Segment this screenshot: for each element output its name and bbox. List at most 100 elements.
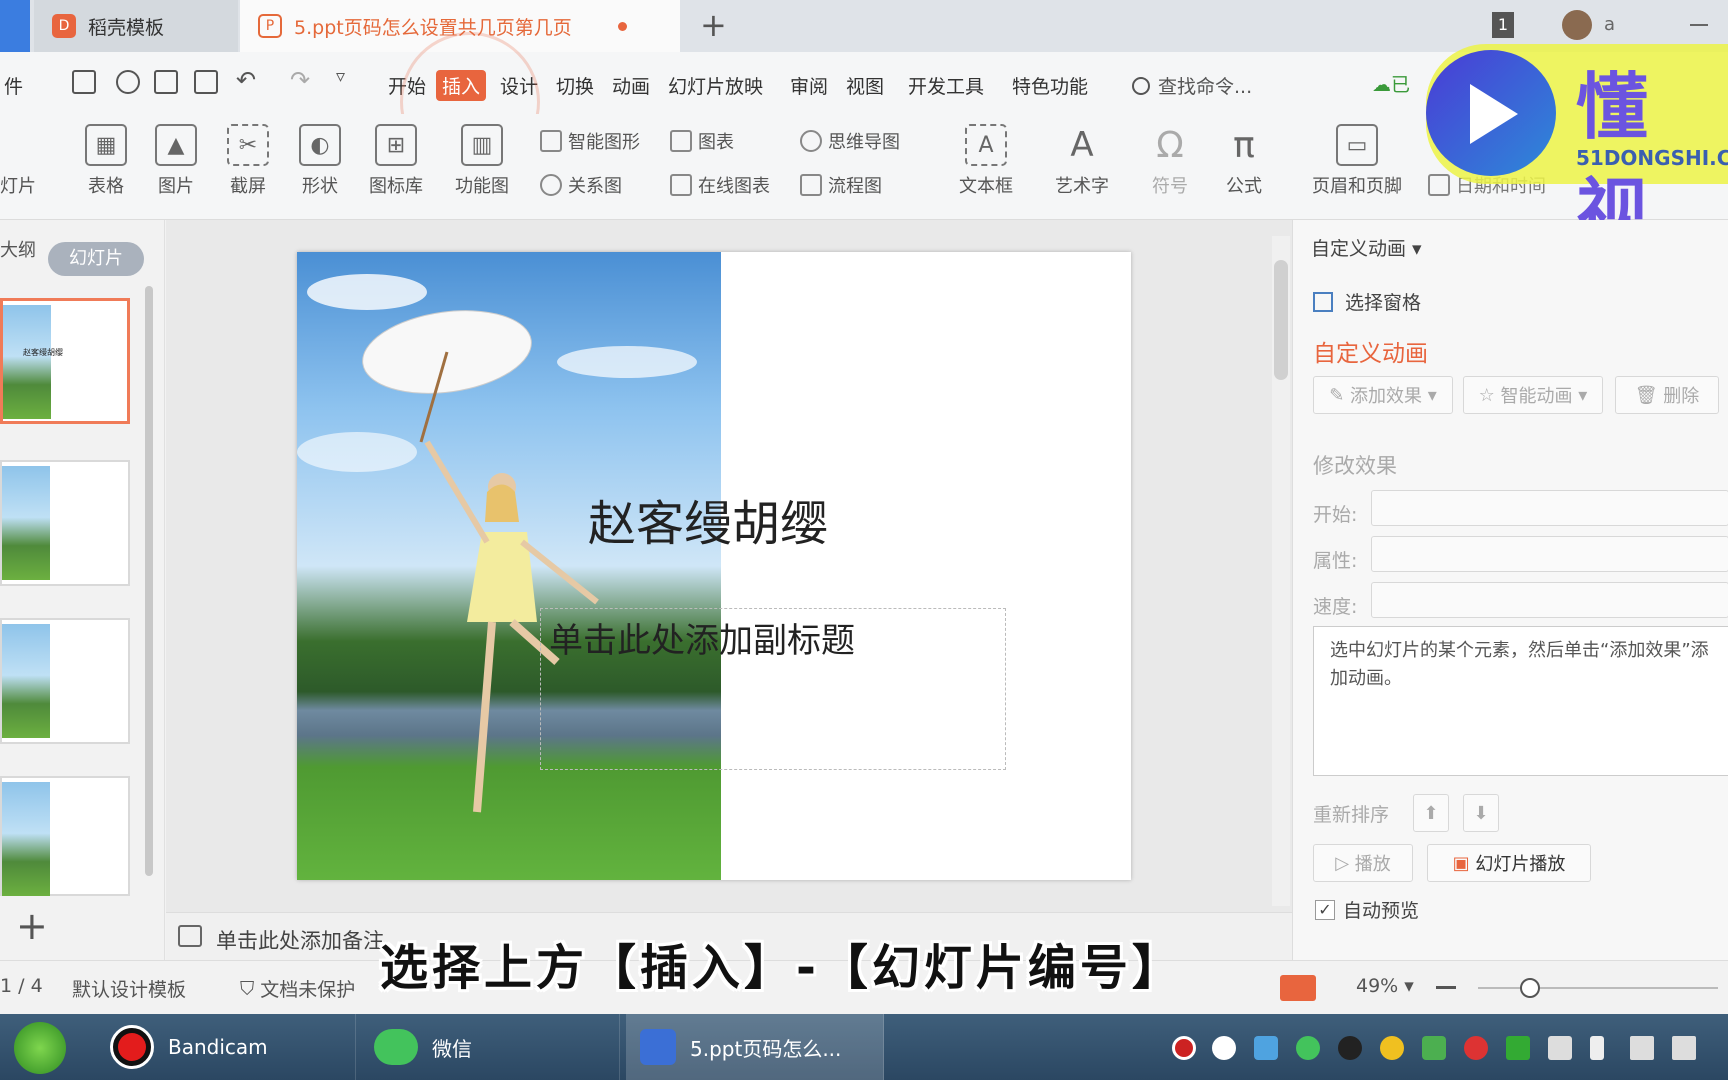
zoom-slider[interactable] — [1478, 978, 1718, 998]
box-tray-icon[interactable] — [1254, 1036, 1278, 1060]
calendar-icon — [1428, 174, 1450, 196]
cloud-icon[interactable] — [116, 70, 140, 94]
nvidia-tray-icon[interactable] — [1506, 1036, 1530, 1060]
header-footer-icon: ▭ — [1336, 124, 1378, 166]
speed-select[interactable] — [1371, 582, 1728, 618]
mindmap-button[interactable]: 思维导图 — [800, 128, 900, 154]
unsaved-dot-icon — [617, 21, 627, 31]
chart-button[interactable]: 图表 — [670, 128, 734, 154]
minimize-icon[interactable] — [1690, 24, 1708, 26]
slide-thumbnail-4[interactable] — [0, 776, 130, 896]
property-select[interactable] — [1371, 536, 1728, 572]
task-wps[interactable]: 5.ppt页码怎么... — [626, 1014, 884, 1080]
menu-slideshow[interactable]: 幻灯片放映 — [664, 70, 767, 101]
design-template[interactable]: 默认设计模板 — [72, 975, 186, 1002]
redo-icon[interactable]: ↷ — [290, 66, 310, 94]
bell-tray-icon[interactable] — [1212, 1036, 1236, 1060]
customize-quickbar-icon[interactable]: ▿ — [336, 66, 345, 87]
screenshot-button[interactable]: ✂ 截屏 — [214, 124, 282, 198]
subtitle-placeholder[interactable]: 单击此处添加副标题 — [540, 608, 1006, 770]
start-select[interactable] — [1371, 490, 1728, 526]
slideshow-play-icon[interactable] — [1280, 975, 1316, 1001]
symbol-button[interactable]: Ω 符号 — [1136, 124, 1204, 198]
menu-special[interactable]: 特色功能 — [1008, 70, 1092, 101]
selection-pane-button[interactable]: 选择窗格 — [1313, 288, 1421, 315]
icon-library-button[interactable]: ⊞ 图标库 — [362, 124, 430, 198]
plus-tray-icon[interactable] — [1380, 1036, 1404, 1060]
function-chart-icon: ▥ — [461, 124, 503, 166]
ribbon-new-slide[interactable]: 灯片 — [0, 172, 36, 198]
task-bandicam[interactable]: Bandicam — [96, 1014, 356, 1080]
flag-tray-icon[interactable] — [1548, 1036, 1572, 1060]
record-tray-icon[interactable] — [1172, 1036, 1196, 1060]
app-menu-strip[interactable] — [0, 0, 30, 52]
slide-title[interactable]: 赵客缦胡缨 — [588, 484, 828, 554]
network-tray-icon[interactable] — [1464, 1036, 1488, 1060]
play-button[interactable]: ▷ 播放 — [1313, 844, 1413, 882]
wechat-tray-icon[interactable] — [1296, 1036, 1320, 1060]
sync-status[interactable]: ☁已 — [1372, 70, 1410, 97]
taskbar: Bandicam 微信 5.ppt页码怎么... — [0, 1014, 1728, 1080]
wordart-button[interactable]: A 艺术字 — [1048, 124, 1116, 198]
tab-slides[interactable]: 幻灯片 — [48, 242, 144, 276]
preview-icon[interactable] — [194, 70, 218, 94]
ie-browser-icon[interactable] — [14, 1022, 66, 1074]
relation-button[interactable]: 关系图 — [540, 172, 622, 198]
docer-icon: D — [52, 14, 76, 38]
omega-icon: Ω — [1156, 124, 1184, 166]
header-footer-button[interactable]: ▭ 页眉和页脚 — [1302, 124, 1412, 198]
thumbnail-scrollbar[interactable] — [145, 286, 153, 876]
add-slide-button[interactable]: + — [16, 904, 48, 948]
menu-animation[interactable]: 动画 — [608, 70, 654, 101]
move-up-button[interactable]: ⬆ — [1413, 794, 1449, 832]
tab-outline[interactable]: 大纲 — [0, 236, 36, 262]
volume-tray-icon[interactable] — [1672, 1036, 1696, 1060]
page-indicator: 1 / 4 — [0, 975, 43, 997]
shape-button[interactable]: ◐ 形状 — [286, 124, 354, 198]
picture-button[interactable]: ▲ 图片 — [142, 124, 210, 198]
print-icon[interactable] — [154, 70, 178, 94]
window-count-badge[interactable]: 1 — [1492, 12, 1514, 38]
animation-list[interactable]: 选中幻灯片的某个元素，然后单击“添加效果”添加动画。 — [1313, 626, 1728, 776]
online-chart-button[interactable]: 在线图表 — [670, 172, 770, 198]
command-search[interactable]: 查找命令... — [1132, 72, 1252, 99]
security-tray-icon[interactable] — [1422, 1036, 1446, 1060]
avatar[interactable] — [1562, 10, 1592, 40]
smart-animation-button[interactable]: ☆ 智能动画 ▾ — [1463, 376, 1603, 414]
new-tab-button[interactable]: + — [700, 6, 727, 44]
menu-review[interactable]: 审阅 — [786, 70, 832, 101]
signal-tray-icon[interactable] — [1630, 1036, 1654, 1060]
slide-thumbnail-1[interactable]: 赵客缦胡缨 — [0, 298, 130, 424]
formula-button[interactable]: π 公式 — [1210, 124, 1278, 198]
move-down-button[interactable]: ⬇ — [1463, 794, 1499, 832]
smartart-button[interactable]: 智能图形 — [540, 128, 640, 154]
mindmap-icon — [800, 130, 822, 152]
menu-transition[interactable]: 切换 — [552, 70, 598, 101]
canvas-scrollbar[interactable] — [1272, 236, 1290, 906]
zoom-out-icon[interactable] — [1436, 986, 1456, 989]
pane-header[interactable]: 自定义动画 ▾ — [1311, 234, 1422, 261]
function-chart-button[interactable]: ▥ 功能图 — [448, 124, 516, 198]
undo-icon[interactable]: ↶ — [236, 66, 256, 94]
add-effect-button[interactable]: ✎ 添加效果 ▾ — [1313, 376, 1453, 414]
tab-docer-templates[interactable]: D 稻壳模板 — [34, 0, 238, 52]
task-wechat[interactable]: 微信 — [360, 1014, 620, 1080]
menu-developer[interactable]: 开发工具 — [904, 70, 988, 101]
autopreview-checkbox[interactable]: ✓ 自动预览 — [1315, 896, 1419, 923]
slide-photo[interactable] — [297, 252, 721, 880]
slideshow-button[interactable]: ▣ 幻灯片播放 — [1427, 844, 1591, 882]
delete-button[interactable]: 🗑 删除 — [1615, 376, 1719, 414]
pi-icon: π — [1233, 124, 1255, 166]
battery-tray-icon[interactable] — [1590, 1036, 1604, 1060]
menu-file[interactable]: 件 — [0, 70, 27, 101]
document-protection[interactable]: ⛉ 文档未保护 — [240, 975, 355, 1002]
menu-view[interactable]: 视图 — [842, 70, 888, 101]
zoom-level[interactable]: 49% ▾ — [1356, 975, 1414, 997]
slide-thumbnail-2[interactable] — [0, 460, 130, 586]
qq-tray-icon[interactable] — [1338, 1036, 1362, 1060]
flowchart-button[interactable]: 流程图 — [800, 172, 882, 198]
slide-thumbnail-3[interactable] — [0, 618, 130, 744]
table-button[interactable]: ▦ 表格 — [72, 124, 140, 198]
textbox-button[interactable]: A 文本框 — [952, 124, 1020, 198]
save-icon[interactable] — [72, 70, 96, 94]
